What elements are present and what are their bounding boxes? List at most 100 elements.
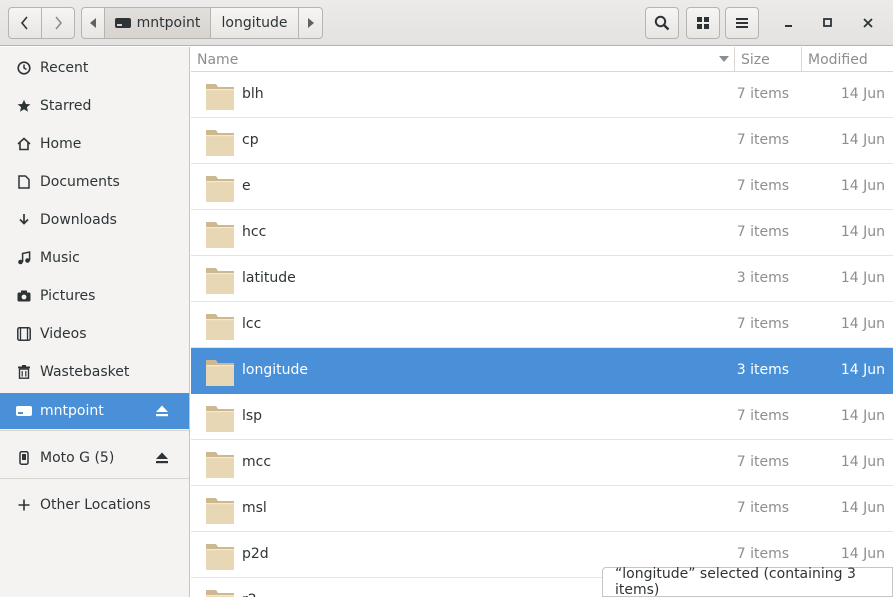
file-modified: 14 Jun (840, 362, 885, 378)
trash-icon (16, 364, 32, 380)
forward-button[interactable] (41, 7, 75, 39)
column-header-name[interactable]: Name (197, 47, 732, 72)
path-scroll-right-button[interactable] (298, 7, 323, 39)
sidebar-item-label: Videos (40, 326, 87, 342)
close-icon (863, 18, 873, 28)
eject-icon[interactable] (154, 403, 170, 419)
sidebar-item-label: Downloads (40, 212, 117, 228)
sidebar-item-label: Starred (40, 98, 92, 114)
file-name: mcc (242, 454, 272, 470)
sidebar-item-videos[interactable]: Videos (0, 316, 189, 352)
sidebar-item-label: Other Locations (40, 497, 151, 513)
path-segment-longitude[interactable]: longitude (210, 7, 299, 39)
sort-descending-icon (719, 56, 729, 62)
file-name: blh (242, 86, 264, 102)
close-button[interactable] (852, 7, 884, 39)
sidebar-item-label: Music (40, 250, 80, 266)
sidebar-item-starred[interactable]: Starred (0, 88, 189, 124)
music-icon (16, 250, 32, 266)
table-row[interactable]: lcc 7 items 14 Jun (191, 302, 893, 348)
sidebar-item-wastebasket[interactable]: Wastebasket (0, 354, 189, 390)
file-name: r2 (242, 592, 257, 597)
maximize-icon (823, 18, 832, 27)
folder-icon (205, 309, 235, 341)
file-size: 3 items (736, 362, 789, 378)
file-size: 7 items (736, 408, 789, 424)
file-manager-window: mntpoint longitude Recent Starred Home D… (0, 0, 893, 597)
sidebar-item-home[interactable]: Home (0, 126, 189, 162)
sidebar-item-label: Moto G (5) (40, 450, 115, 466)
file-name: longitude (242, 362, 308, 378)
folder-icon (205, 585, 235, 597)
sidebar-item-mntpoint[interactable]: mntpoint (0, 393, 189, 429)
file-size: 3 items (736, 270, 789, 286)
table-row[interactable]: mcc 7 items 14 Jun (191, 440, 893, 486)
table-row[interactable]: msl 7 items 14 Jun (191, 486, 893, 532)
sidebar-item-label: Wastebasket (40, 364, 130, 380)
path-segment-mntpoint[interactable]: mntpoint (104, 7, 211, 39)
table-row[interactable]: hcc 7 items 14 Jun (191, 210, 893, 256)
column-header-size[interactable]: Size (734, 47, 800, 72)
video-icon (16, 326, 32, 342)
maximize-button[interactable] (812, 7, 844, 39)
column-header-label: Name (197, 51, 239, 68)
column-header-modified[interactable]: Modified (801, 47, 893, 72)
folder-icon (205, 447, 235, 479)
sidebar-item-label: Documents (40, 174, 120, 190)
eject-icon[interactable] (154, 450, 170, 466)
file-modified: 14 Jun (840, 178, 885, 194)
grid-view-button[interactable] (686, 7, 720, 39)
sidebar-item-label: Recent (40, 60, 89, 76)
file-modified: 14 Jun (840, 86, 885, 102)
table-row[interactable]: lsp 7 items 14 Jun (191, 394, 893, 440)
sidebar-item-documents[interactable]: Documents (0, 164, 189, 200)
phone-icon (16, 450, 32, 466)
table-row[interactable]: blh 7 items 14 Jun (191, 72, 893, 118)
document-icon (16, 174, 32, 190)
chevron-right-icon (55, 16, 63, 30)
file-name: lcc (242, 316, 262, 332)
file-size: 7 items (736, 500, 789, 516)
file-modified: 14 Jun (840, 500, 885, 516)
back-button[interactable] (8, 7, 42, 39)
sidebar-item-downloads[interactable]: Downloads (0, 202, 189, 238)
sidebar-item-music[interactable]: Music (0, 240, 189, 276)
column-header: Name Size Modified (191, 47, 893, 72)
table-row[interactable]: e 7 items 14 Jun (191, 164, 893, 210)
folder-icon (205, 539, 235, 571)
file-name: hcc (242, 224, 267, 240)
table-row[interactable]: latitude 3 items 14 Jun (191, 256, 893, 302)
drive-icon (16, 403, 32, 419)
menu-button[interactable] (725, 7, 759, 39)
search-button[interactable] (645, 7, 679, 39)
file-modified: 14 Jun (840, 132, 885, 148)
star-icon (16, 98, 32, 114)
folder-icon (205, 493, 235, 525)
status-text: “longitude” selected (containing 3 items… (615, 566, 856, 597)
sidebar-item-recent[interactable]: Recent (0, 50, 189, 86)
file-name: cp (242, 132, 259, 148)
drive-icon (114, 18, 131, 28)
grid-icon (697, 17, 709, 29)
column-header-label: Modified (808, 51, 868, 68)
triangle-right-icon (307, 18, 314, 28)
sidebar-item-other-locations[interactable]: Other Locations (0, 487, 189, 523)
file-size: 7 items (736, 86, 789, 102)
file-size: 7 items (736, 316, 789, 332)
sidebar-item-pictures[interactable]: Pictures (0, 278, 189, 314)
column-header-label: Size (741, 51, 770, 68)
path-scroll-left-button[interactable] (81, 7, 105, 39)
file-name: e (242, 178, 251, 194)
minimize-button[interactable] (773, 7, 805, 39)
table-row[interactable]: longitude 3 items 14 Jun (191, 348, 893, 394)
folder-icon (205, 401, 235, 433)
file-modified: 14 Jun (840, 270, 885, 286)
file-size: 7 items (736, 132, 789, 148)
table-row[interactable]: cp 7 items 14 Jun (191, 118, 893, 164)
selection-status-overlay: “longitude” selected (containing 3 items… (602, 566, 893, 597)
minimize-icon (785, 25, 792, 27)
clock-icon (16, 60, 32, 76)
file-modified: 14 Jun (840, 316, 885, 332)
sidebar-item-label: Pictures (40, 288, 96, 304)
sidebar-item-moto-g[interactable]: Moto G (5) (0, 440, 189, 476)
